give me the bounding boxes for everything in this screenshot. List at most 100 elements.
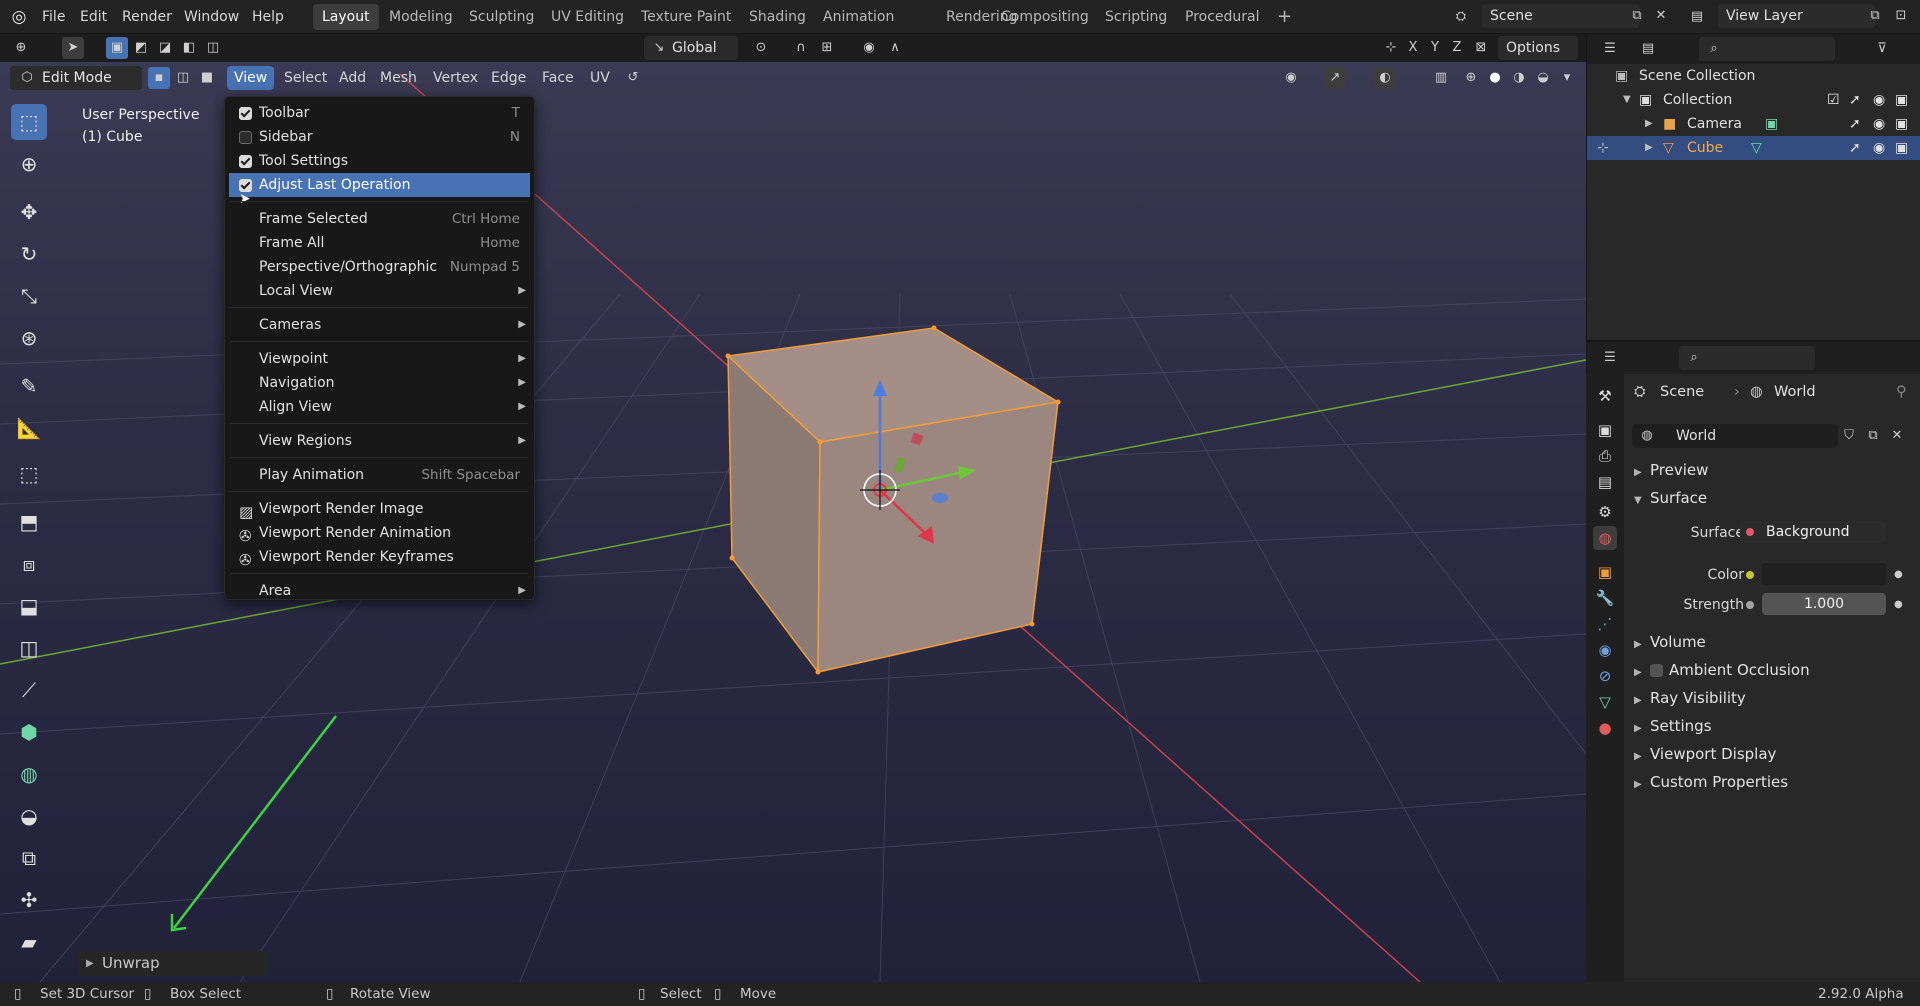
menu-help[interactable]: Help <box>244 5 292 29</box>
menu-edit[interactable]: Edit <box>72 5 115 29</box>
menu-item-sidebar[interactable]: Sidebar N <box>229 125 530 149</box>
view-layer-selector[interactable]: View Layer <box>1718 4 1876 28</box>
snap-icon[interactable]: ∩ <box>790 37 812 59</box>
new-scene-icon[interactable]: ⧉ <box>1626 5 1648 27</box>
menu-item-cameras[interactable]: Cameras ▶ <box>229 313 530 337</box>
include-checkbox-icon[interactable]: ☑ <box>1827 88 1840 112</box>
menu-item-tool-settings[interactable]: Tool Settings <box>229 149 530 173</box>
tab-animation[interactable]: Animation <box>814 4 903 30</box>
camera-render-icon[interactable]: ▣ <box>1895 112 1908 136</box>
inset-tool-icon[interactable]: ⧈ <box>11 546 47 582</box>
move-tool-icon[interactable]: ✥ <box>11 194 47 230</box>
tab-compositing[interactable]: Compositing <box>992 4 1098 30</box>
menu-item-frame-all[interactable]: Frame All Home <box>229 231 530 255</box>
bevel-tool-icon[interactable]: ⬓ <box>11 588 47 624</box>
edge-select-icon[interactable]: ◫ <box>172 67 194 89</box>
select-mode-extend-icon[interactable]: ◩ <box>130 37 152 59</box>
eye-icon[interactable]: ◉ <box>1873 112 1885 136</box>
constraints-tab-icon[interactable]: ⊘ <box>1593 664 1617 688</box>
menu-select[interactable]: Select <box>277 66 334 90</box>
mirror-icon[interactable]: ⊹ <box>1380 37 1402 59</box>
select-mode-intersect-icon[interactable]: ◫ <box>202 37 224 59</box>
selectable-icon[interactable]: ➚ <box>1849 88 1861 112</box>
menu-item-align-view[interactable]: Align View ▶ <box>229 395 530 419</box>
tab-procedural[interactable]: Procedural <box>1176 4 1269 30</box>
menu-render[interactable]: Render <box>114 5 180 29</box>
outliner-editor-type-icon[interactable]: ☰ <box>1599 38 1621 60</box>
view-layer-icon[interactable]: ▤ <box>1686 6 1708 28</box>
overlay-toggle-icon[interactable]: ◐ <box>1374 67 1396 89</box>
menu-item-local-view[interactable]: Local View ▶ <box>229 279 530 303</box>
menu-item-viewport-render-keyframes[interactable]: ✇ Viewport Render Keyframes <box>229 545 530 569</box>
world-color-swatch[interactable] <box>1762 563 1886 585</box>
panel-ambient-occlusion[interactable]: ▶ Ambient Occlusion <box>1634 658 1810 682</box>
menu-window[interactable]: Window <box>176 5 247 29</box>
tab-scripting[interactable]: Scripting <box>1096 4 1176 30</box>
material-tab-icon[interactable]: ● <box>1593 716 1617 740</box>
mirror-y-toggle[interactable]: Y <box>1424 37 1446 59</box>
surface-shader-field[interactable]: Background <box>1740 521 1886 543</box>
menu-item-play-animation[interactable]: Play Animation Shift Spacebar <box>229 463 530 487</box>
panel-settings[interactable]: ▶ Settings <box>1634 714 1712 738</box>
new-view-layer-icon[interactable]: ⧉ <box>1864 5 1886 27</box>
shear-tool-icon[interactable]: ▰ <box>11 924 47 960</box>
panel-expand-icon[interactable]: ▶ <box>86 951 94 976</box>
ambient-occlusion-checkbox[interactable] <box>1650 664 1663 677</box>
new-world-icon[interactable]: ⧉ <box>1862 425 1884 447</box>
tool-tab-icon[interactable]: ⚒ <box>1593 384 1617 408</box>
mesh-data-icon[interactable]: ▽ <box>1751 136 1762 160</box>
panel-viewport-display[interactable]: ▶ Viewport Display <box>1634 742 1776 766</box>
editor-type-icon[interactable]: ⊕ <box>10 37 32 59</box>
gizmo-toggle-icon[interactable]: ↗ <box>1324 67 1346 89</box>
scale-tool-icon[interactable]: ⤡ <box>11 278 47 314</box>
extrude-tool-icon[interactable]: ⬒ <box>11 504 47 540</box>
delete-scene-icon[interactable]: ✕ <box>1650 5 1672 27</box>
menu-item-viewport-render-image[interactable]: ▨ Viewport Render Image <box>229 497 530 521</box>
physics-tab-icon[interactable]: ◉ <box>1593 638 1617 662</box>
menu-file[interactable]: File <box>34 5 73 29</box>
mirror-x-toggle[interactable]: X <box>1402 37 1424 59</box>
select-mode-subtract-icon[interactable]: ◪ <box>154 37 176 59</box>
object-tab-icon[interactable]: ▣ <box>1593 560 1617 584</box>
outliner-row-scene-collection[interactable]: ▣ Scene Collection <box>1587 64 1920 88</box>
world-browse-icon[interactable]: ◍ <box>1636 425 1658 447</box>
pivot-point-icon[interactable]: ⊙ <box>750 37 772 59</box>
menu-item-toolbar[interactable]: Toolbar T <box>229 101 530 125</box>
strength-field[interactable]: 1.000 <box>1762 593 1886 615</box>
wireframe-shading-icon[interactable]: ⊕ <box>1460 67 1482 89</box>
menu-item-frame-selected[interactable]: Frame Selected Ctrl Home <box>229 207 530 231</box>
tab-shading[interactable]: Shading <box>740 4 815 30</box>
toolbar-checkbox[interactable] <box>239 107 252 120</box>
view-layer-tab-icon[interactable]: ▤ <box>1593 470 1617 494</box>
menu-item-perspective-orthographic[interactable]: Perspective/Orthographic Numpad 5 <box>229 255 530 279</box>
rotate-tool-icon[interactable]: ↻ <box>11 236 47 272</box>
camera-render-icon[interactable]: ▣ <box>1895 88 1908 112</box>
edit-mode-indicator-icon[interactable]: ⊹ <box>1597 136 1609 160</box>
menu-item-navigation[interactable]: Navigation ▶ <box>229 371 530 395</box>
keyframe-dot-icon[interactable]: ● <box>1894 569 1903 580</box>
menu-edge[interactable]: Edge <box>484 66 533 90</box>
world-tab-icon[interactable]: ◍ <box>1593 526 1617 550</box>
options-dropdown[interactable]: Options <box>1498 36 1578 60</box>
last-operation-panel[interactable]: ▶ Unwrap <box>78 951 268 976</box>
expand-arrow-icon[interactable]: ▶ <box>1645 136 1653 160</box>
scene-icon[interactable]: ⛭ <box>1450 6 1472 28</box>
expand-arrow-icon[interactable]: ▶ <box>1645 112 1653 136</box>
select-mode-invert-icon[interactable]: ◧ <box>178 37 200 59</box>
editor-extra-icon[interactable]: ↺ <box>622 67 644 89</box>
tab-texture-paint[interactable]: Texture Paint <box>632 4 740 30</box>
camera-data-icon[interactable]: ▣ <box>1765 112 1778 136</box>
data-tab-icon[interactable]: ▽ <box>1593 690 1617 714</box>
menu-item-area[interactable]: Area ▶ <box>229 579 530 603</box>
menu-item-adjust-last-operation[interactable]: Adjust Last Operation <box>229 173 530 197</box>
rendered-shading-icon[interactable]: ◒ <box>1532 67 1554 89</box>
proportional-edit-icon[interactable]: ◉ <box>858 37 880 59</box>
select-mode-new-icon[interactable]: ▣ <box>106 37 128 59</box>
select-tool-icon[interactable]: ➤ <box>62 37 84 59</box>
sidebar-checkbox[interactable] <box>239 131 252 144</box>
shrink-fatten-tool-icon[interactable]: ✣ <box>11 882 47 918</box>
menu-item-viewport-render-animation[interactable]: ✇ Viewport Render Animation <box>229 521 530 545</box>
eye-icon[interactable]: ◉ <box>1873 88 1885 112</box>
menu-uv[interactable]: UV <box>583 66 617 90</box>
tab-sculpting[interactable]: Sculpting <box>460 4 543 30</box>
